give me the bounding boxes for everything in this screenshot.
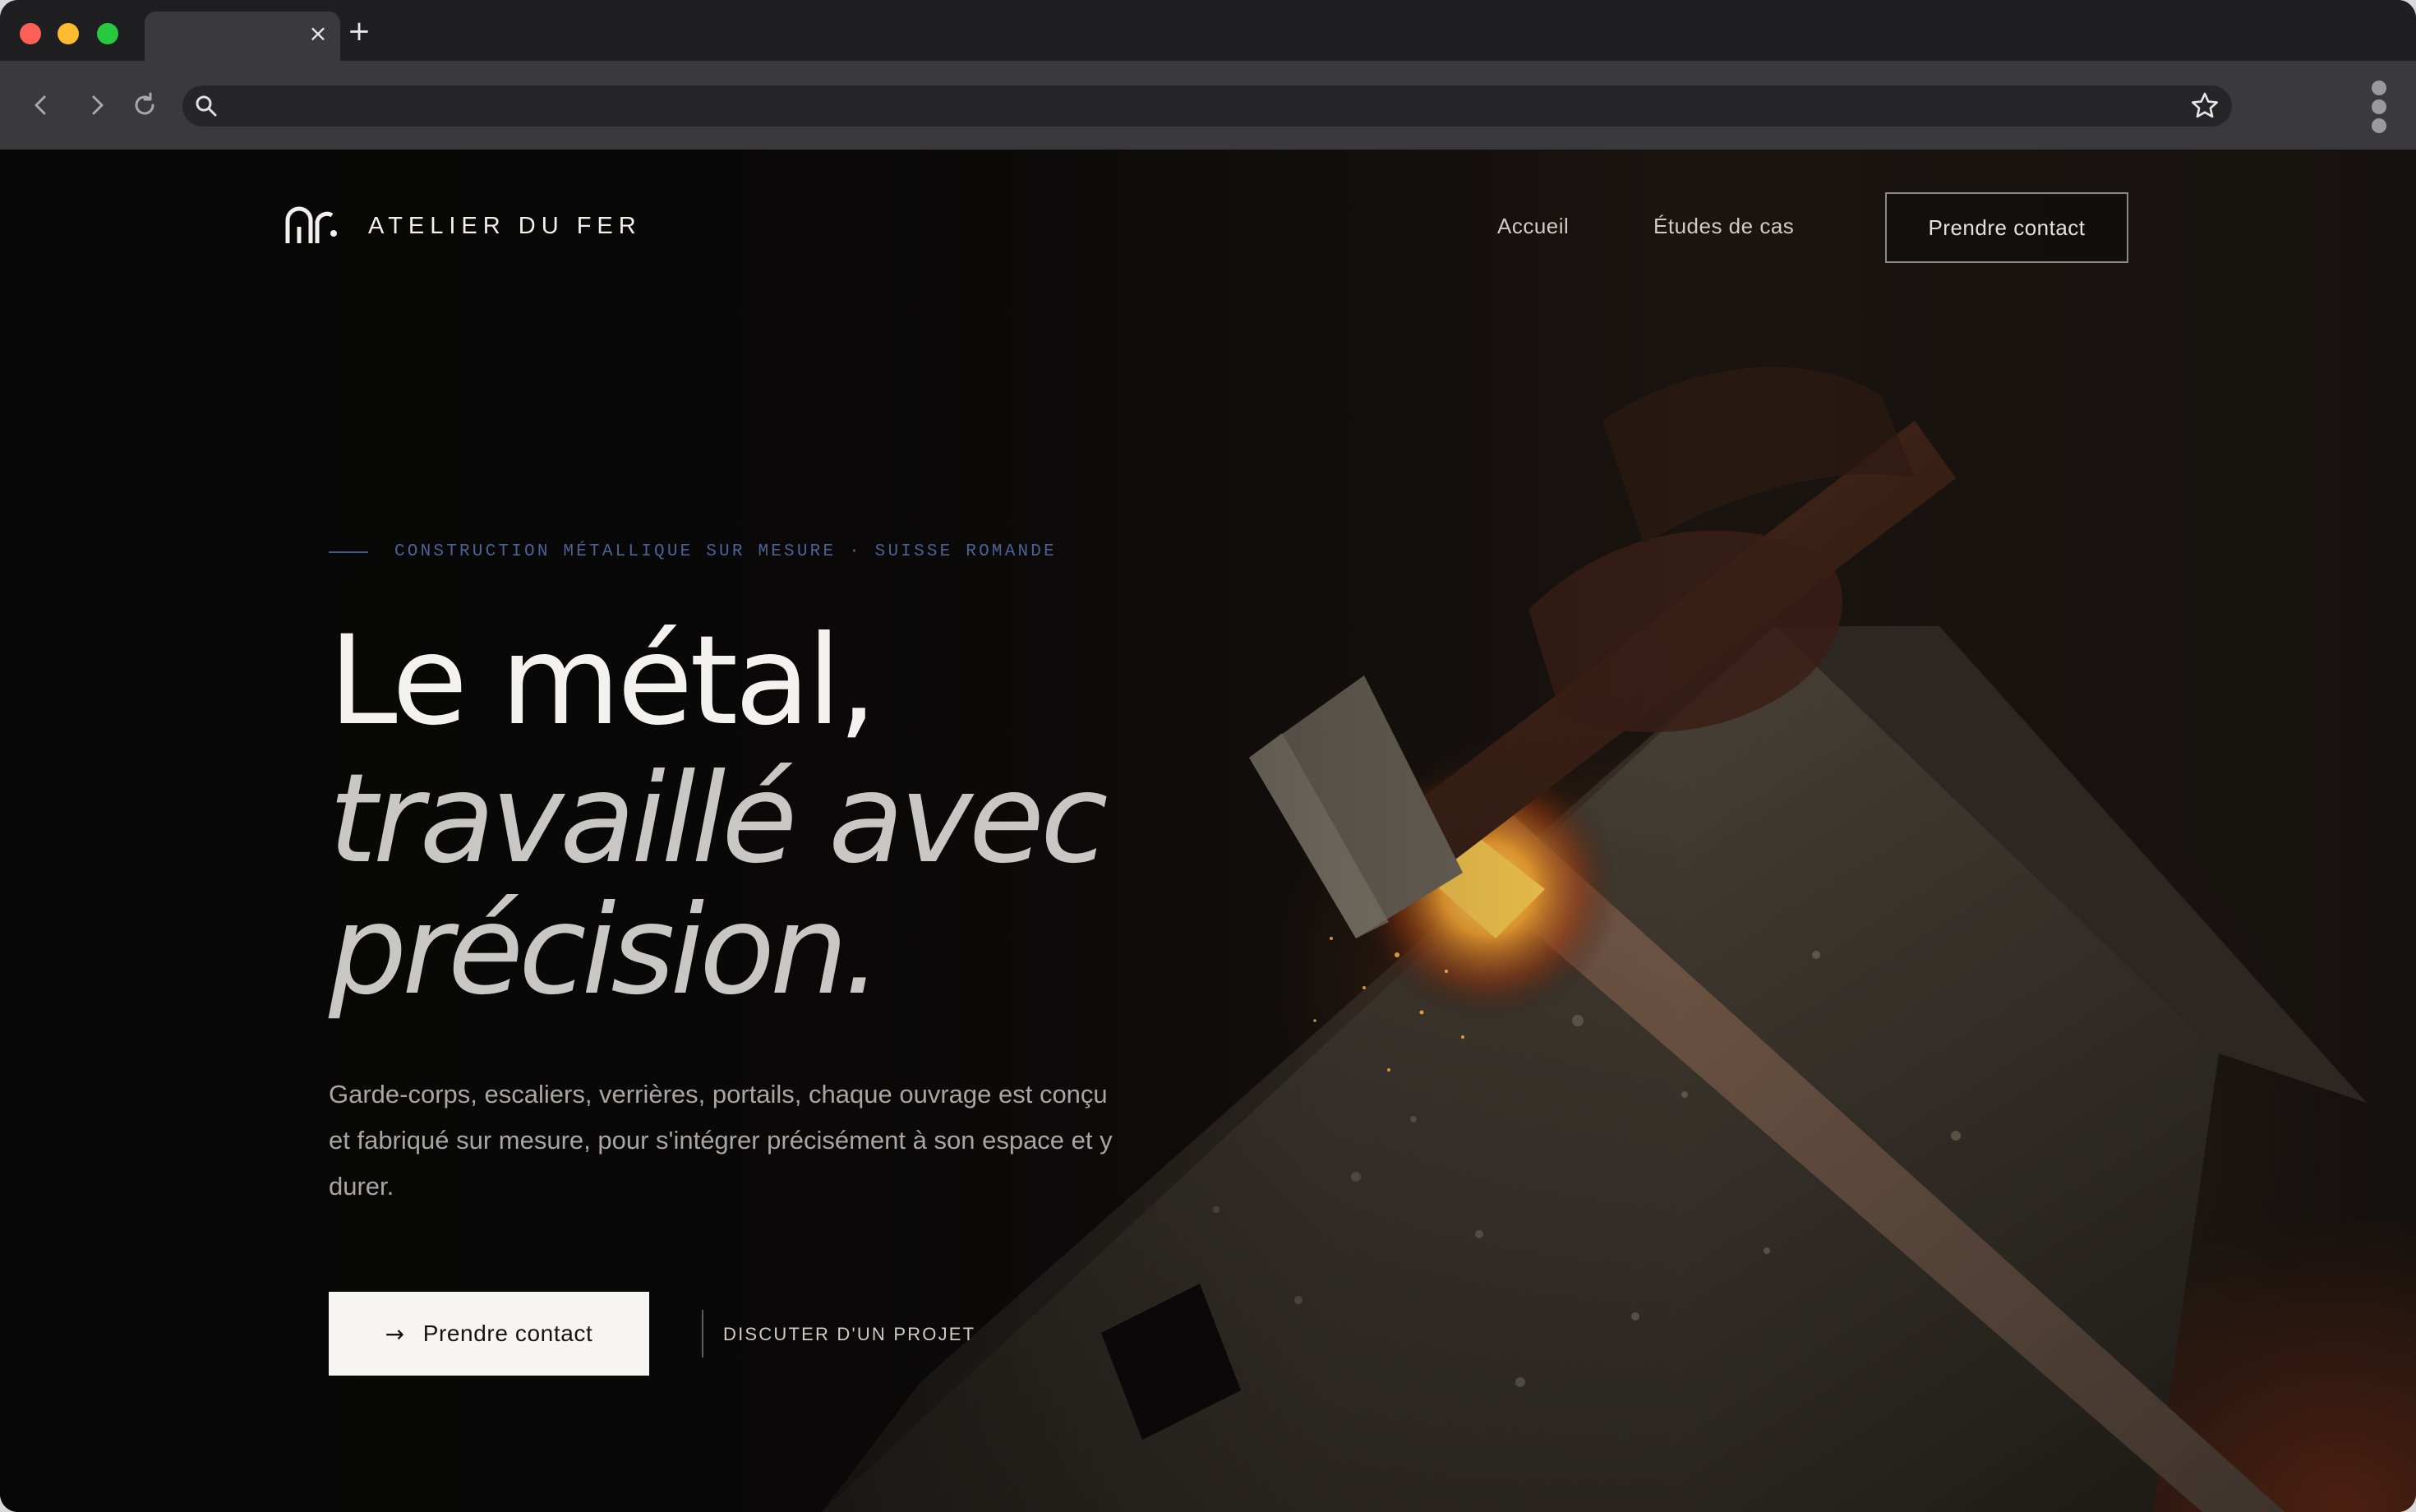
browser-tab[interactable]: × <box>145 12 340 61</box>
reload-button[interactable] <box>127 87 163 123</box>
logo-mark[interactable] <box>284 205 339 245</box>
page-viewport: ATELIER DU FER Accueil Études de cas Pre… <box>0 150 2416 1512</box>
new-tab-button[interactable]: + <box>345 15 373 48</box>
address-bar[interactable] <box>182 85 2232 127</box>
arrow-right-icon: → <box>385 1320 405 1348</box>
browser-titlebar: × + <box>0 0 2416 61</box>
hero-headline-line-2: travaillé avec <box>329 748 1109 891</box>
discuss-project-link[interactable]: DISCUTER D'UN PROJET <box>723 1320 975 1349</box>
hero-headline-line-1: Le métal, <box>329 610 877 753</box>
search-icon <box>196 95 217 117</box>
nav-contact-button[interactable]: Prendre contact <box>1885 192 2128 263</box>
back-icon <box>35 95 46 115</box>
maximize-window-button[interactable] <box>97 23 118 44</box>
browser-window: × + ATELIER DU FER Accueil Études de cas… <box>0 0 2416 1512</box>
cta-divider <box>702 1310 703 1358</box>
nav-link-case-studies[interactable]: Études de cas <box>1653 212 1794 240</box>
tab-close-icon[interactable]: × <box>306 21 330 46</box>
minimize-window-button[interactable] <box>58 23 79 44</box>
browser-toolbar <box>0 61 2416 150</box>
hero-contact-label: Prendre contact <box>422 1321 593 1346</box>
back-button[interactable] <box>23 87 59 123</box>
forward-button[interactable] <box>79 87 115 123</box>
hero-description: Garde-corps, escaliers, verrières, porta… <box>329 1080 1113 1201</box>
reload-icon <box>135 92 154 115</box>
brand-name[interactable]: ATELIER DU FER <box>368 212 642 240</box>
hero-eyebrow: CONSTRUCTION MÉTALLIQUE SUR MESURE · SUI… <box>394 542 1057 561</box>
menu-dots-icon[interactable] <box>2365 81 2393 133</box>
eyebrow-rule <box>329 551 368 553</box>
hero-contact-button[interactable]: → Prendre contact <box>329 1292 649 1376</box>
forward-icon <box>92 95 104 115</box>
close-window-button[interactable] <box>20 23 41 44</box>
star-icon[interactable] <box>2189 90 2220 122</box>
address-input[interactable] <box>230 85 2169 127</box>
hero-headline-line-3: précision. <box>329 879 883 1022</box>
nav-link-home[interactable]: Accueil <box>1497 212 1569 240</box>
